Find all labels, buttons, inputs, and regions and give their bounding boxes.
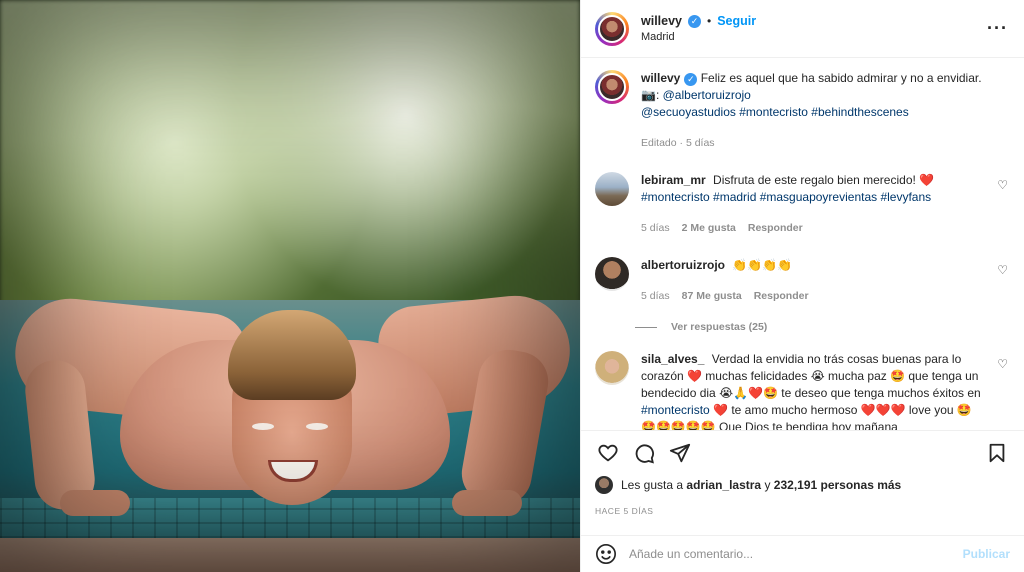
commenter-avatar[interactable]: [595, 172, 629, 206]
post-actions-bar: [581, 430, 1024, 474]
post-header: willevy ✓ • Seguir Madrid ···: [581, 0, 1024, 58]
caption: willevy ✓ Feliz es aquel que ha sabido ad…: [595, 70, 1008, 152]
like-comment-heart-icon[interactable]: ♡: [997, 178, 1008, 192]
share-send-icon[interactable]: [667, 440, 693, 466]
caption-mention-albertoruizrojo[interactable]: @albertoruizrojo: [663, 88, 751, 102]
comment-bubble-icon[interactable]: [631, 440, 657, 466]
likes-prefix: Les gusta a: [621, 478, 684, 492]
like-comment-heart-icon[interactable]: ♡: [997, 263, 1008, 277]
caption-text: Feliz es aquel que ha sabido admirar y n…: [700, 71, 982, 85]
comment-likes[interactable]: 87 Me gusta: [682, 288, 742, 305]
post-photo[interactable]: [0, 0, 580, 572]
liker-username[interactable]: adrian_lastra: [686, 478, 761, 492]
publish-comment-button[interactable]: Publicar: [963, 547, 1010, 561]
subject-eye-left: [252, 423, 274, 430]
likes-count[interactable]: 232,191 personas más: [774, 478, 901, 492]
caption-avatar[interactable]: [595, 70, 629, 104]
comment-hashtags[interactable]: #montecristo #madrid #masguapoyrevientas…: [641, 190, 931, 204]
comment-item: albertoruizrojo 👏👏👏👏 5 días 87 Me gusta …: [595, 257, 1008, 305]
caption-username[interactable]: willevy: [641, 71, 680, 85]
caption-meta: Editado · 5 días: [641, 137, 715, 149]
comment-hashtag[interactable]: #montecristo: [641, 403, 710, 417]
save-bookmark-icon[interactable]: [984, 440, 1010, 466]
liker-avatar[interactable]: [595, 476, 613, 494]
comment-text: 👏👏👏👏: [732, 258, 793, 272]
instagram-post-modal: willevy ✓ • Seguir Madrid ··· willevy ✓ F…: [0, 0, 1024, 572]
post-location[interactable]: Madrid: [641, 31, 987, 43]
subject-hand-right: [452, 490, 522, 516]
caption-hashtag-montecristo[interactable]: #montecristo: [739, 105, 808, 119]
follow-button[interactable]: Seguir: [717, 14, 756, 28]
add-comment-input[interactable]: [629, 547, 963, 561]
likes-conj: y: [764, 478, 771, 492]
like-heart-icon[interactable]: [595, 440, 621, 466]
post-time-ago[interactable]: HACE 5 DÍAS: [595, 506, 653, 516]
verified-badge-icon: ✓: [688, 14, 701, 28]
commenter-username[interactable]: albertoruizrojo: [641, 258, 725, 272]
comments-list[interactable]: willevy ✓ Feliz es aquel que ha sabido ad…: [581, 58, 1024, 430]
subject-hair: [228, 310, 356, 400]
comment-text: Disfruta de este regalo bien merecido! ❤…: [713, 173, 935, 187]
caption-hashtag-behindthescenes[interactable]: #behindthescenes: [811, 105, 908, 119]
comment-item: sila_alves_ Verdad la envidia no trás co…: [595, 351, 1008, 430]
commenter-avatar[interactable]: [595, 351, 629, 385]
photo-subject: [0, 0, 580, 572]
camera-emoji: 📷: [641, 88, 656, 102]
subject-eye-right: [306, 423, 328, 430]
commenter-avatar[interactable]: [595, 257, 629, 291]
view-replies-button[interactable]: Ver respuestas (25): [635, 321, 1008, 333]
view-replies-label: Ver respuestas (25): [671, 321, 768, 333]
author-avatar[interactable]: [595, 11, 629, 46]
like-comment-heart-icon[interactable]: ♡: [997, 357, 1008, 371]
separator-dot: •: [707, 14, 712, 28]
commenter-username[interactable]: lebiram_mr: [641, 173, 706, 187]
likes-summary: Les gusta a adrian_lastra y 232,191 pers…: [595, 476, 1008, 494]
comment-likes[interactable]: 2 Me gusta: [682, 220, 736, 237]
author-username[interactable]: willevy: [641, 14, 682, 28]
caption-mention-secuoyastudios[interactable]: @secuoyastudios: [641, 105, 736, 119]
comment-time[interactable]: 5 días: [641, 220, 670, 237]
emoji-smile-icon[interactable]: [595, 543, 617, 565]
replies-line: [635, 326, 657, 328]
more-options-icon[interactable]: ···: [987, 18, 1008, 39]
verified-badge-icon: ✓: [684, 73, 698, 86]
comment-reply-button[interactable]: Responder: [748, 220, 803, 237]
comment-reply-button[interactable]: Responder: [754, 288, 809, 305]
commenter-username[interactable]: sila_alves_: [641, 352, 704, 366]
comment-time[interactable]: 5 días: [641, 288, 670, 305]
add-comment-bar: Publicar: [581, 535, 1024, 572]
subject-hand-left: [60, 490, 130, 516]
comment-item: lebiram_mr Disfruta de este regalo bien …: [595, 172, 1008, 237]
post-sidebar: willevy ✓ • Seguir Madrid ··· willevy ✓ F…: [580, 0, 1024, 572]
